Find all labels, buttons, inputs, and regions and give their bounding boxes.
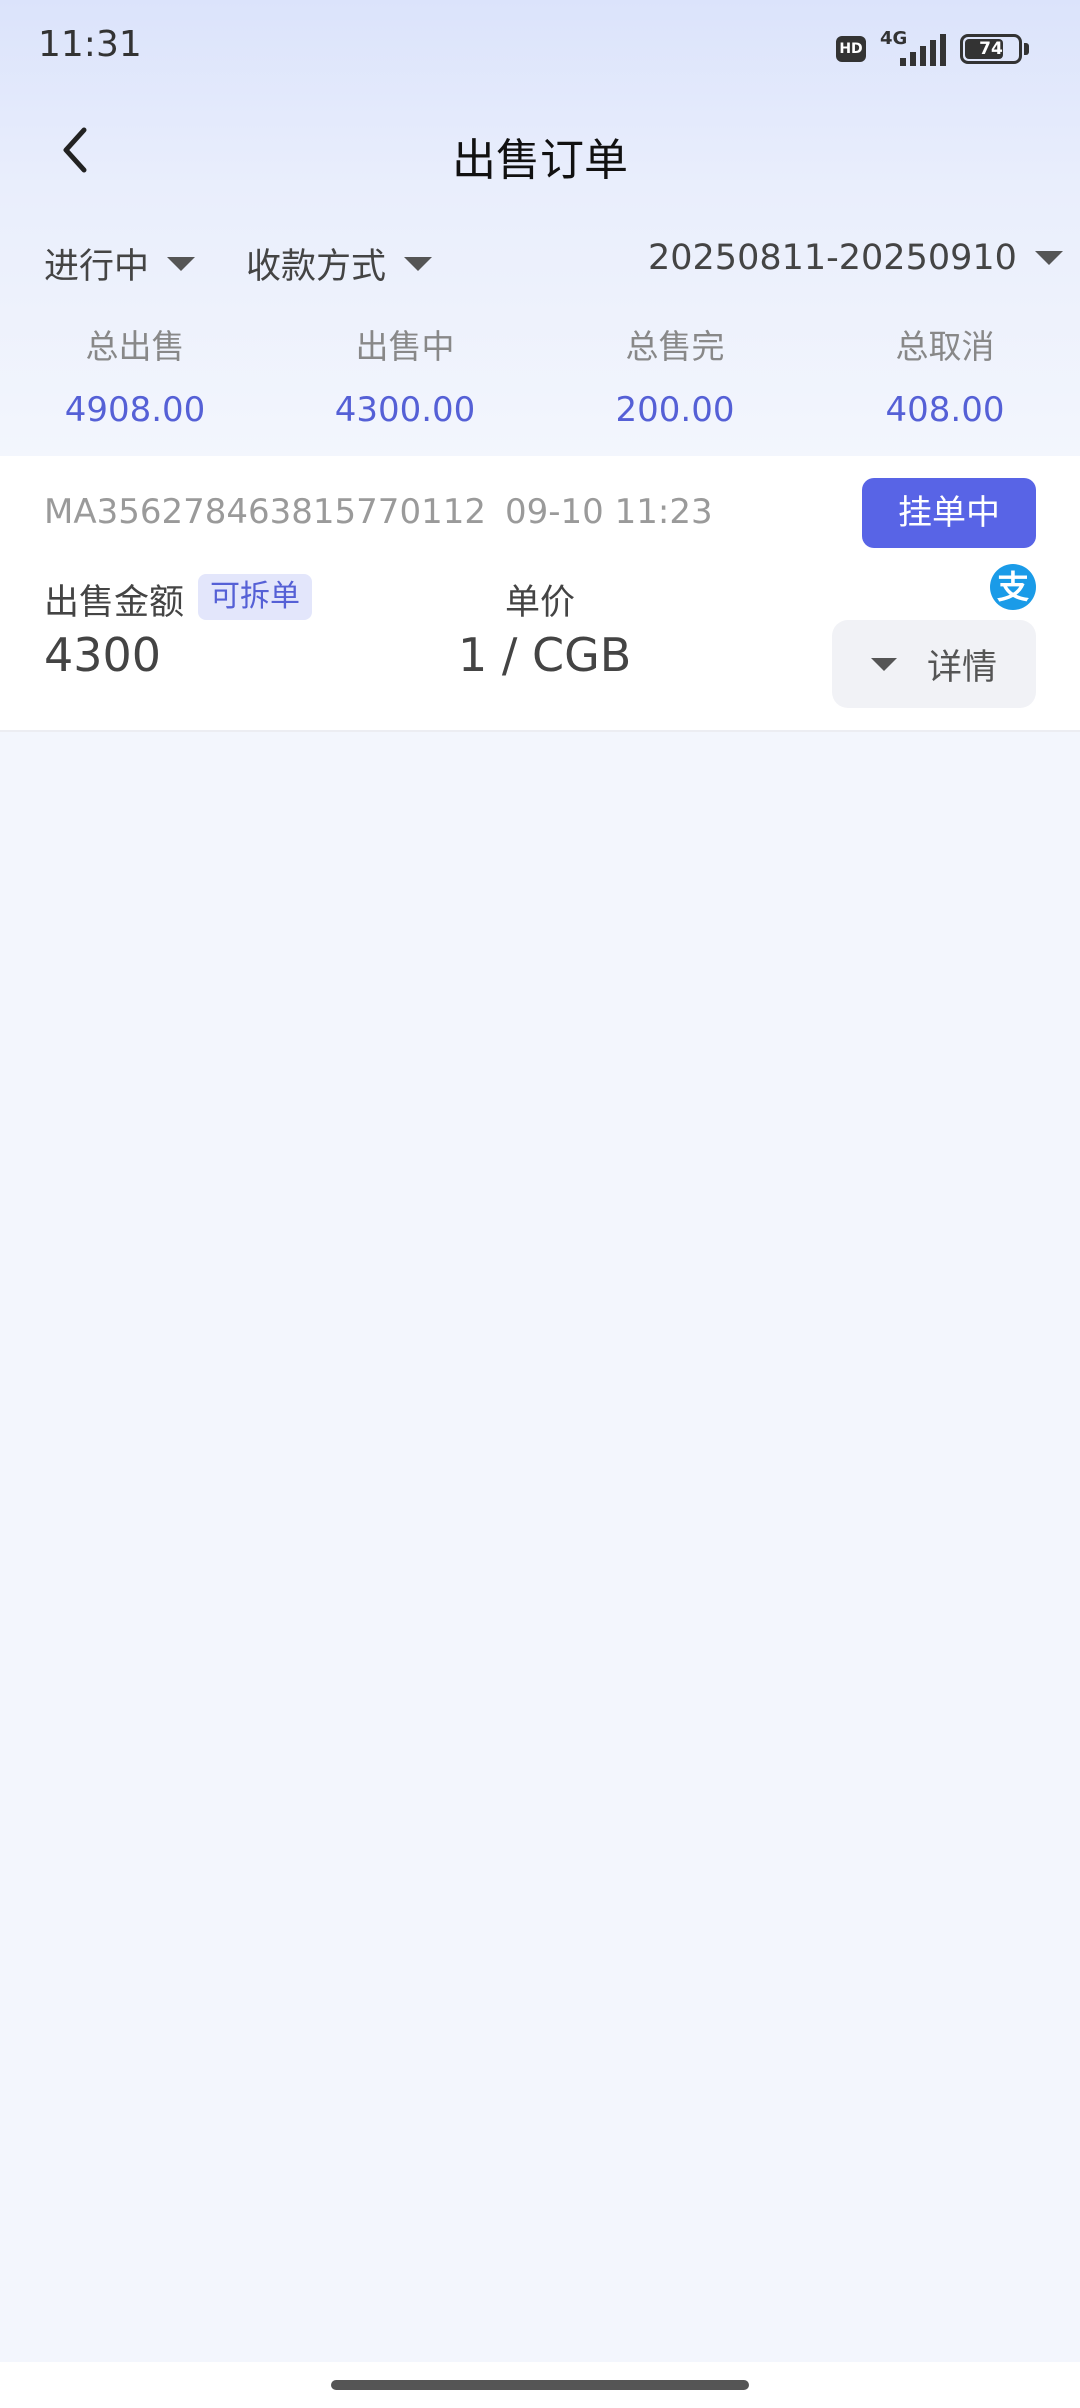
date-range-filter[interactable]: 20250811-20250910 [648,238,1063,278]
split-badge: 可拆单 [198,574,312,620]
amount-value: 4300 [44,628,162,682]
stat-value: 408.00 [885,390,1005,430]
order-status-button[interactable]: 挂单中 [862,478,1036,548]
price-value: 1 / CGB [458,628,632,682]
stat-label: 总售完 [625,327,725,366]
stat-label: 出售中 [355,327,455,366]
status-time: 11:31 [38,24,142,65]
payment-method-filter-label: 收款方式 [246,247,387,287]
stat-value: 4908.00 [64,390,206,430]
caret-down-icon [1034,251,1063,265]
order-id: MA356278463815770112 [44,492,486,532]
order-card[interactable]: MA356278463815770112 09-10 11:23 挂单中 支 出… [0,456,1080,732]
stat-label: 总取消 [895,327,995,366]
battery-tip [1024,43,1029,55]
alipay-icon: 支 [990,564,1036,610]
hd-icon: HD [836,36,866,62]
caret-down-icon [404,256,433,271]
status-filter[interactable]: 进行中 [44,238,196,289]
detail-button[interactable]: 详情 [832,620,1036,708]
stat-value: 4300.00 [334,390,476,430]
signal-icon [900,34,946,66]
amount-label: 出售金额 [44,583,185,623]
stat-label: 总出售 [85,327,185,366]
caret-down-icon [167,256,196,271]
stat-value: 200.00 [615,390,735,430]
page-title: 出售订单 [452,135,628,186]
battery-text: 74 [979,39,1003,59]
date-range-label: 20250811-20250910 [648,238,1017,278]
payment-method-filter[interactable]: 收款方式 [246,238,433,289]
home-indicator[interactable] [331,2380,749,2390]
price-label: 单价 [505,583,576,623]
caret-down-icon [870,657,897,671]
order-time: 09-10 11:23 [505,492,713,532]
detail-label: 详情 [926,647,997,688]
battery-icon: 74 [960,34,1022,64]
status-filter-label: 进行中 [44,247,150,287]
status-bar: 11:31 HD 4G 74 [0,0,1080,100]
